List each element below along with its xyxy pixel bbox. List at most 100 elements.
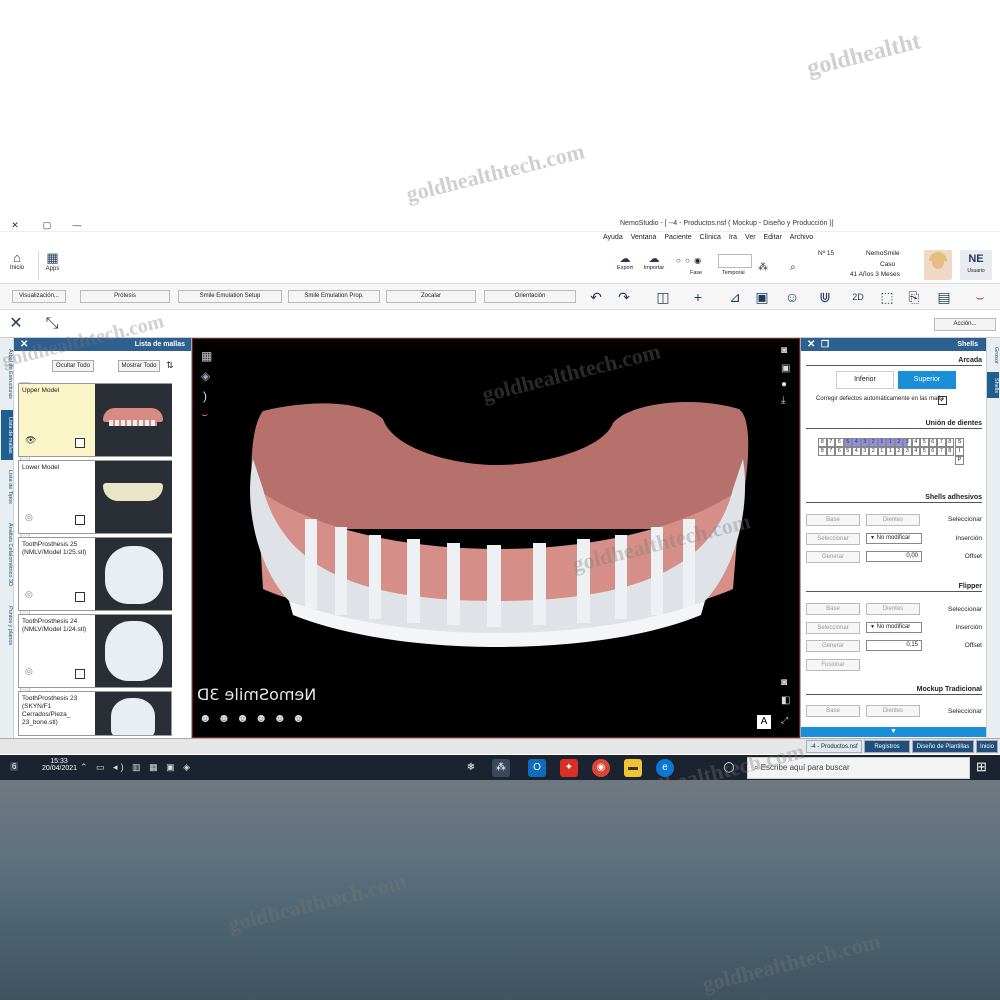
notification-badge[interactable]: 6 xyxy=(10,762,19,771)
add-icon[interactable]: + xyxy=(688,287,708,307)
insercion-select[interactable]: ▼ No modificar xyxy=(866,622,922,633)
mesh-view-icon[interactable]: ▦ xyxy=(201,349,212,363)
export-button[interactable]: ☁ Export xyxy=(613,252,637,271)
import-button[interactable]: ☁ Importar xyxy=(640,252,668,271)
menu-editar[interactable]: Editar xyxy=(764,234,782,241)
show-all-button[interactable]: Mostrar Todo xyxy=(118,360,160,372)
list-item[interactable]: ToothProsthesis 24 (NMLV/Model 1/24.stl)… xyxy=(18,614,172,688)
zocalar-button[interactable]: Zocalar xyxy=(386,290,476,303)
snapshot-icon[interactable]: ◙ xyxy=(781,677,787,688)
edge-browser-icon[interactable]: e xyxy=(656,759,674,777)
tooth-cell[interactable]: 3 xyxy=(860,438,869,447)
tab-lista-mallas[interactable]: Lista de mallas xyxy=(1,410,13,460)
temporal-box[interactable] xyxy=(718,254,752,268)
ruler-icon[interactable]: ⊿ xyxy=(722,287,748,307)
save-as-icon[interactable]: ⎘ xyxy=(904,287,924,307)
menu-clinica[interactable]: Clínica xyxy=(700,234,721,241)
tooth-cell[interactable]: 4 xyxy=(852,447,861,456)
snowflake-app-icon[interactable]: ❄ xyxy=(462,759,480,777)
eye-hidden-icon[interactable]: ◎ xyxy=(25,512,33,523)
download-icon[interactable]: ⤓ xyxy=(781,395,785,406)
tooth-cell[interactable]: 5 xyxy=(920,447,929,456)
tooth-cell[interactable]: 3 xyxy=(860,447,869,456)
layout-icon[interactable]: ◫ xyxy=(648,287,678,307)
eye-hidden-icon[interactable]: ◎ xyxy=(25,589,33,600)
tooth-cell[interactable]: 6 xyxy=(928,447,937,456)
eye-visible-icon[interactable]: 👁 xyxy=(25,435,36,446)
close-panel-icon[interactable]: ✕ xyxy=(20,338,28,351)
maximize-window-button[interactable]: ▢ xyxy=(32,218,62,232)
tooth-cell[interactable]: 3 xyxy=(903,447,912,456)
tooth-cell[interactable]: 6 xyxy=(835,447,844,456)
tooth-cell[interactable]: 5 xyxy=(920,438,929,447)
hide-all-button[interactable]: Ocultar Todo xyxy=(52,360,94,372)
dientes-button[interactable]: Dientes xyxy=(866,514,920,526)
tab-analisis-cefalometrico[interactable]: Análisis Cefalométrico 3D xyxy=(1,514,13,594)
tooth-cell[interactable]: 2 xyxy=(894,438,903,447)
smile-emulation-setup-button[interactable]: Smile Emulation Setup xyxy=(178,290,282,303)
face-orientation-icons[interactable]: ☻☻☻☻☻☻ xyxy=(199,711,311,725)
tab-inicio[interactable]: Inicio xyxy=(976,740,998,753)
3d-viewport[interactable]: ▦ ◈ ) ⌣ ◙ ▣ ● ⤓ ◙ ◧ NemoSmile 3D ☻☻☻☻☻☻ … xyxy=(192,338,800,738)
close-window-button[interactable]: ✕ xyxy=(0,218,30,232)
tab-registros[interactable]: Registros xyxy=(864,740,910,753)
scroll-down-icon[interactable]: ▼ xyxy=(801,727,986,737)
tooth-cell[interactable]: 2 xyxy=(894,447,903,456)
sort-icon[interactable]: ⇅ xyxy=(166,360,174,371)
menu-archivo[interactable]: Archivo xyxy=(790,234,813,241)
face-icon[interactable]: ☺ xyxy=(782,287,802,307)
menu-ayuda[interactable]: Ayuda xyxy=(603,234,623,241)
tooth-cell[interactable]: 1 xyxy=(877,447,886,456)
view-2d-icon[interactable]: 2D xyxy=(846,287,870,307)
seleccionar-button[interactable]: Seleccionar xyxy=(806,622,860,634)
task-view-icon[interactable]: ◯ xyxy=(720,759,738,777)
tooth-cell[interactable]: 1 xyxy=(886,447,895,456)
seleccionar-button[interactable]: Seleccionar xyxy=(806,533,860,545)
offset-input[interactable]: 0,15 xyxy=(866,640,922,651)
menu-ira[interactable]: Ira xyxy=(729,234,737,241)
tooth-cell[interactable]: 8 xyxy=(945,447,954,456)
record-icon[interactable]: ◧ xyxy=(781,695,790,706)
tooth-cell[interactable]: 8 xyxy=(818,438,827,447)
visualizacion-button[interactable]: Visualización... xyxy=(12,290,66,303)
tooth-cell[interactable]: 3 xyxy=(903,438,912,447)
list-item[interactable]: Upper Model 👁 xyxy=(18,383,172,457)
tooth-union-grid[interactable]: 87654321123456788765432112345678SIP xyxy=(818,438,970,474)
minimize-window-button[interactable]: — xyxy=(62,218,92,232)
list-item[interactable]: ToothProsthesis 23 (SKYN/F1 Cerrados/Pie… xyxy=(18,691,172,736)
user-badge[interactable]: NE Usuario xyxy=(960,250,992,280)
tooth-cell[interactable]: 4 xyxy=(852,438,861,447)
search-icon[interactable]: ⌕ xyxy=(790,262,796,273)
smile-icon[interactable]: ⌣ xyxy=(966,287,994,307)
mesh-checkbox[interactable] xyxy=(75,669,85,679)
tooth-cell[interactable]: 7 xyxy=(937,447,946,456)
smile-emulation-prop-button[interactable]: Smile Emulation Prop. xyxy=(288,290,380,303)
arch-icon[interactable]: ⋓ xyxy=(812,287,838,307)
tray-icons[interactable]: ⌃ ▭ ◂) ▥ ▦ ▣ ◈ xyxy=(80,762,193,773)
axis-badge[interactable]: A xyxy=(757,715,771,729)
tab-shells[interactable]: Shells xyxy=(987,372,999,398)
generar-button[interactable]: Generar xyxy=(806,551,860,563)
mesh-checkbox[interactable] xyxy=(75,438,85,448)
globe-icon[interactable]: ● xyxy=(781,379,787,390)
base-button[interactable]: Base xyxy=(806,603,860,615)
save-icon[interactable]: ▤ xyxy=(934,287,954,307)
menu-paciente[interactable]: Paciente xyxy=(664,234,691,241)
list-item[interactable]: Lower Model ◎ xyxy=(18,460,172,534)
tooth-cell[interactable]: 4 xyxy=(911,438,920,447)
offset-input[interactable]: 0,00 xyxy=(866,551,922,562)
tooth-cell[interactable]: 8 xyxy=(945,438,954,447)
texture-view-icon[interactable]: ◈ xyxy=(201,369,210,383)
windows-start-icon[interactable]: ⊞ xyxy=(976,759,987,775)
chrome-icon[interactable]: ◉ xyxy=(592,759,610,777)
insercion-select[interactable]: ▼ No modificar xyxy=(866,533,922,544)
tooth-cell[interactable]: 8 xyxy=(818,447,827,456)
eye-hidden-icon[interactable]: ◎ xyxy=(25,666,33,677)
tooth-cell[interactable]: 5 xyxy=(843,438,852,447)
mesh-checkbox[interactable] xyxy=(75,592,85,602)
list-item[interactable]: ToothProsthesis 25 (NMLV/Model 1/25.stl)… xyxy=(18,537,172,611)
accion-button[interactable]: Acción... xyxy=(934,318,996,331)
gallery-icon[interactable]: ▣ xyxy=(781,363,790,374)
mesh-checkbox[interactable] xyxy=(75,515,85,525)
camera-icon[interactable]: ◙ xyxy=(781,345,787,356)
